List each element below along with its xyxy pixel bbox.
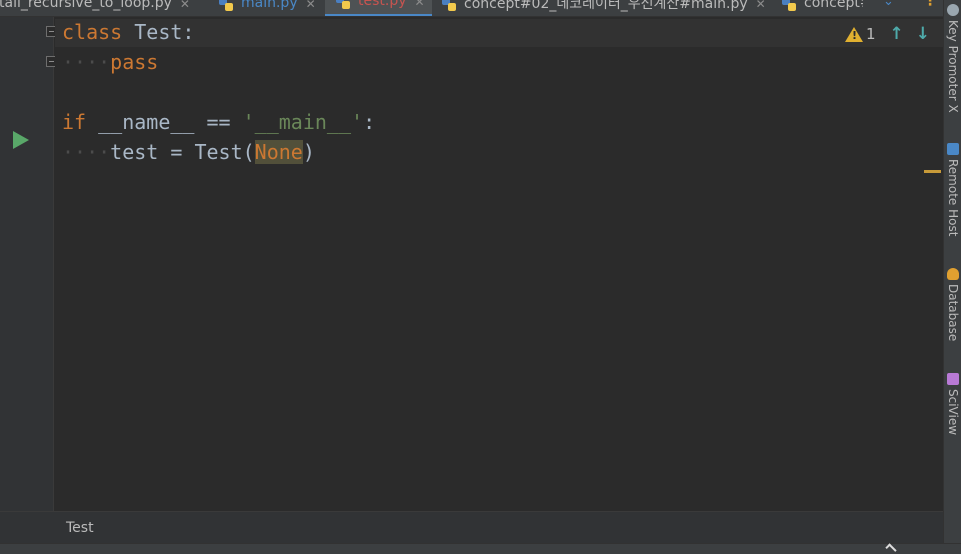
close-icon[interactable]: ✕: [180, 0, 190, 11]
python-file-icon: [442, 0, 456, 11]
warning-count: 1: [866, 25, 876, 43]
close-icon[interactable]: ✕: [415, 0, 425, 9]
string-literal: '__main__': [242, 110, 364, 134]
keyword: pass: [110, 50, 159, 74]
tool-remote-host[interactable]: Remote Host: [944, 143, 961, 236]
code-editor[interactable]: class Test: ····pass if __name__ == '__m…: [55, 17, 943, 511]
chevron-down-icon[interactable]: ⌄: [883, 0, 894, 9]
run-icon[interactable]: [13, 131, 29, 149]
code-text: ): [302, 140, 315, 164]
editor-tab-bar: tail_recursive_to_loop.py ✕ main.py ✕ te…: [0, 0, 943, 17]
indent-guide: ····: [62, 50, 111, 74]
breadcrumb-item[interactable]: Test: [66, 520, 94, 536]
tab-concept02-main[interactable]: concept#02_데코레이터_우선계산#main.py ✕: [441, 0, 771, 16]
tab-tail-recursive[interactable]: tail_recursive_to_loop.py ✕: [0, 0, 212, 16]
key-promoter-icon: [947, 4, 959, 16]
tool-database[interactable]: Database: [944, 268, 961, 341]
breadcrumb: Test: [0, 511, 943, 543]
tool-label: Database: [946, 284, 960, 342]
tool-key-promoter[interactable]: Key Promoter X: [944, 4, 961, 113]
code-text: __name__ ==: [86, 110, 243, 134]
status-bar: [0, 543, 961, 554]
tool-label: Remote Host: [946, 159, 960, 237]
tool-label: Key Promoter X: [946, 20, 960, 113]
tab-test-py[interactable]: test.py ✕: [325, 0, 432, 16]
keyword: if: [62, 110, 87, 134]
python-file-icon: [336, 0, 350, 9]
tab-label: concept#: [804, 0, 872, 11]
sciview-icon: [947, 373, 959, 385]
python-file-icon: [219, 0, 233, 11]
tab-actions: ⌄ ⋮: [863, 0, 943, 16]
warning-icon: [845, 26, 863, 42]
inspection-widget[interactable]: 1 ↑ ↓: [845, 21, 930, 47]
editor-gutter: [0, 17, 57, 511]
python-file-icon: [782, 0, 796, 11]
close-icon[interactable]: ✕: [756, 0, 766, 11]
more-options-icon[interactable]: ⋮: [923, 0, 937, 9]
tab-label: test.py: [358, 0, 407, 9]
remote-host-icon: [947, 143, 959, 155]
code-text: test = Test(: [110, 140, 255, 164]
database-icon: [947, 268, 959, 280]
previous-problem-arrow-icon[interactable]: ↑: [890, 24, 904, 44]
tool-sciview[interactable]: SciView: [944, 373, 961, 435]
code-text: :: [363, 110, 376, 134]
code-text: Test:: [122, 20, 195, 44]
code-line-1: class Test:: [62, 17, 194, 47]
tab-label: concept#02_데코레이터_우선계산#main.py: [464, 0, 748, 12]
right-tool-strip: Key Promoter X Remote Host Database SciV…: [943, 0, 961, 554]
code-line-2: ····pass: [62, 47, 158, 77]
close-icon[interactable]: ✕: [306, 0, 316, 11]
next-problem-arrow-icon[interactable]: ↓: [916, 24, 930, 44]
indent-guide: ····: [62, 140, 111, 164]
keyword: class: [62, 20, 123, 44]
tool-label: SciView: [946, 389, 960, 436]
tab-main-py[interactable]: main.py ✕: [218, 0, 318, 16]
warning-stripe-marker[interactable]: [924, 170, 941, 173]
tab-label: main.py: [241, 0, 298, 11]
code-line-4: if __name__ == '__main__':: [62, 107, 375, 137]
highlighted-argument: None: [254, 140, 303, 164]
code-line-5: ····test = Test(None): [62, 137, 315, 167]
caret-up-icon[interactable]: [885, 543, 897, 554]
tab-label: tail_recursive_to_loop.py: [0, 0, 172, 11]
